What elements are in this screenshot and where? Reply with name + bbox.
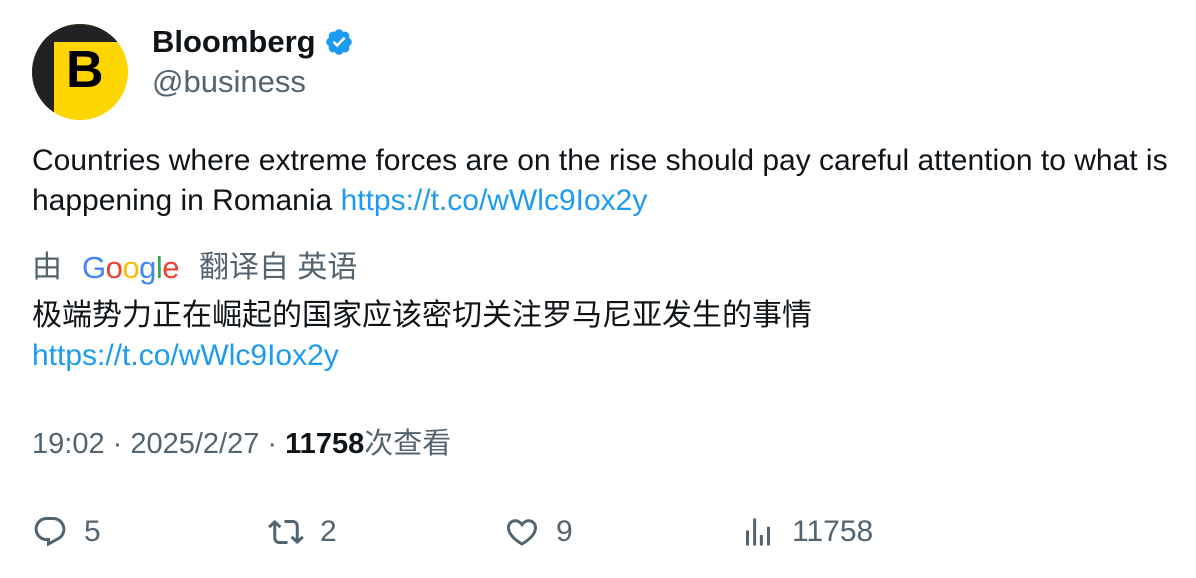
tweet-link[interactable]: https://t.co/wWlc9Iox2y bbox=[341, 184, 648, 217]
avatar-dark-edge bbox=[32, 24, 54, 120]
like-count: 9 bbox=[556, 515, 573, 548]
author-name-row: Bloomberg bbox=[152, 22, 354, 62]
reply-count: 5 bbox=[84, 515, 101, 548]
avatar-letter: B bbox=[66, 41, 104, 99]
tweet-text: Countries where extreme forces are on th… bbox=[32, 141, 1172, 221]
tweet-meta: 19:02 · 2025/2/27 · 11758次查看 bbox=[32, 424, 451, 464]
like-button[interactable]: 9 bbox=[504, 510, 573, 554]
verified-badge-icon[interactable] bbox=[324, 27, 354, 57]
author-handle[interactable]: @business bbox=[152, 62, 306, 102]
views-count: 11758 bbox=[285, 428, 365, 460]
reply-icon bbox=[34, 517, 66, 547]
avatar[interactable]: B bbox=[32, 24, 128, 120]
translation-source-language[interactable]: 翻译自 英语 bbox=[199, 248, 357, 288]
tweet-time[interactable]: 19:02 bbox=[32, 428, 105, 460]
meta-separator: · bbox=[259, 428, 286, 460]
views-count-action: 11758 bbox=[792, 515, 874, 548]
google-logo-icon: Google bbox=[82, 250, 180, 285]
retweet-icon bbox=[268, 519, 304, 545]
author-display-name[interactable]: Bloomberg bbox=[152, 22, 316, 62]
translation-attribution: 由 Google 翻译自 英语 bbox=[32, 248, 357, 288]
views-label: 次查看 bbox=[364, 428, 452, 460]
retweet-button[interactable]: 2 bbox=[268, 510, 337, 554]
reply-button[interactable]: 5 bbox=[32, 510, 101, 554]
heart-icon bbox=[506, 519, 538, 546]
action-bar: 5 2 9 11758 bbox=[32, 510, 1172, 554]
translated-body: 极端势力正在崛起的国家应该密切关注罗马尼亚发生的事情 bbox=[32, 299, 812, 332]
translated-link[interactable]: https://t.co/wWlc9Iox2y bbox=[32, 336, 1172, 376]
analytics-bars-icon bbox=[746, 518, 770, 546]
views-button[interactable]: 11758 bbox=[740, 510, 873, 554]
retweet-count: 2 bbox=[320, 515, 337, 548]
translation-by-label: 由 bbox=[32, 251, 62, 284]
tweet-date[interactable]: 2025/2/27 bbox=[130, 428, 259, 460]
translated-text: 极端势力正在崛起的国家应该密切关注罗马尼亚发生的事情 https://t.co/… bbox=[32, 296, 1172, 376]
meta-separator: · bbox=[104, 428, 131, 460]
